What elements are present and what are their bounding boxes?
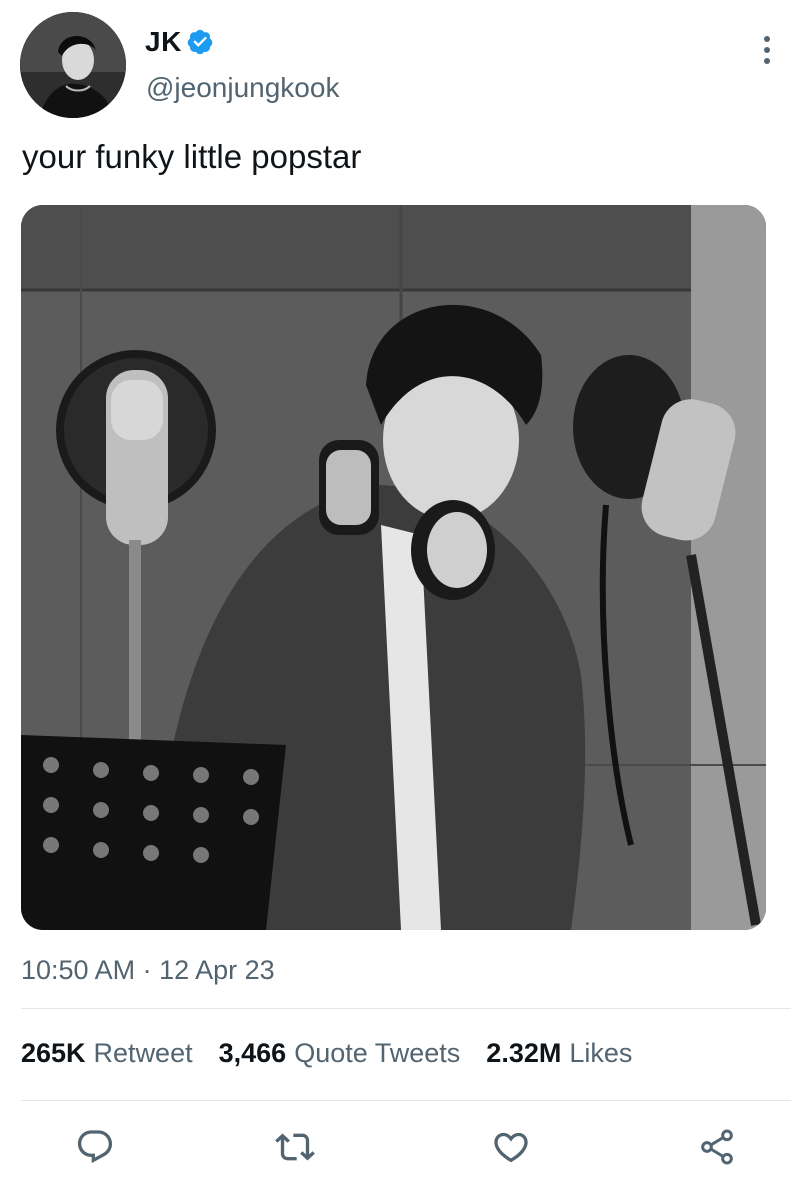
tweet-timestamp[interactable]: 10:50 AM · 12 Apr 23 (21, 955, 275, 986)
dot (764, 47, 770, 53)
avatar[interactable] (20, 12, 126, 118)
tweet-text: your funky little popstar (22, 138, 362, 175)
author-name[interactable]: JK (145, 26, 182, 58)
divider (21, 1008, 791, 1009)
reply-button[interactable] (70, 1122, 120, 1172)
quote-label: Quote Tweets (294, 1038, 461, 1068)
author-handle[interactable]: @jeonjungkook (146, 72, 339, 104)
action-bar (0, 1122, 811, 1172)
like-count: 2.32M (486, 1038, 562, 1068)
retweet-label: Retweet (93, 1038, 193, 1068)
like-stat[interactable]: 2.32M Likes (486, 1038, 632, 1069)
verified-badge-icon (187, 29, 213, 55)
retweet-count: 265K (21, 1038, 86, 1068)
share-icon (701, 1129, 733, 1165)
more-options-icon[interactable] (752, 30, 782, 70)
quote-count: 3,466 (218, 1038, 287, 1068)
retweet-button[interactable] (270, 1122, 320, 1172)
tweet-stats: 265K Retweet 3,466 Quote Tweets 2.32M Li… (21, 1038, 658, 1069)
retweet-icon (275, 1133, 315, 1161)
dot (764, 58, 770, 64)
tweet-photo[interactable] (21, 205, 766, 930)
like-icon (494, 1132, 528, 1163)
retweet-stat[interactable]: 265K Retweet (21, 1038, 193, 1069)
share-button[interactable] (692, 1122, 742, 1172)
reply-icon (77, 1130, 113, 1164)
quote-stat[interactable]: 3,466 Quote Tweets (219, 1038, 461, 1069)
like-label: Likes (569, 1038, 633, 1068)
like-button[interactable] (486, 1122, 536, 1172)
divider (21, 1100, 791, 1101)
dot (764, 36, 770, 42)
